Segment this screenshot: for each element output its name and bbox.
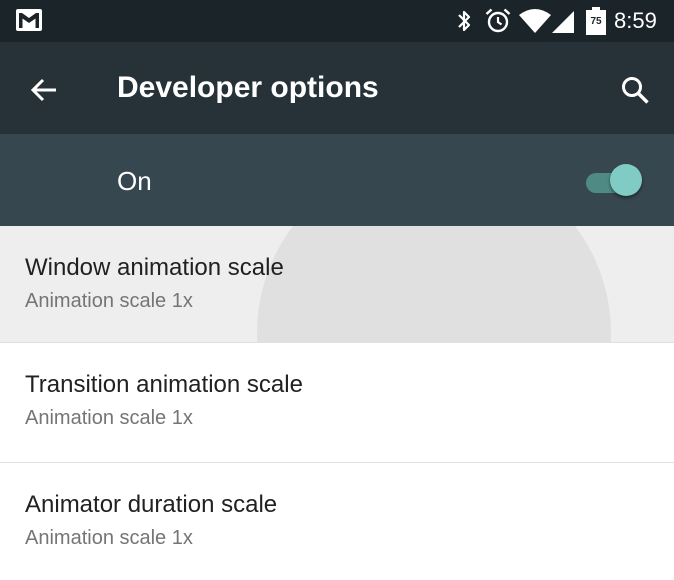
setting-title: Animator duration scale: [25, 491, 278, 518]
master-switch-label: On: [117, 166, 152, 196]
toolbar: Developer options: [0, 42, 674, 134]
setting-title: Transition animation scale: [25, 371, 303, 398]
master-switch-toggle[interactable]: [584, 161, 646, 199]
status-time: 8:59: [614, 8, 657, 33]
setting-animator-duration-scale[interactable]: Animator duration scale Animation scale …: [0, 463, 674, 580]
gmail-icon: [16, 9, 42, 31]
search-button[interactable]: [608, 64, 660, 116]
setting-summary: Animation scale 1x: [25, 527, 193, 549]
master-switch-bar[interactable]: On: [0, 134, 674, 226]
setting-summary: Animation scale 1x: [25, 290, 193, 312]
setting-title: Window animation scale: [25, 254, 284, 281]
setting-window-animation-scale[interactable]: Window animation scale Animation scale 1…: [0, 226, 674, 342]
page-title: Developer options: [117, 71, 379, 104]
back-button[interactable]: [18, 64, 70, 116]
settings-list: Window animation scale Animation scale 1…: [0, 226, 674, 580]
wifi-icon: [519, 9, 551, 33]
bluetooth-icon: [458, 10, 471, 32]
switch-thumb: [610, 164, 642, 196]
battery-level: 75: [590, 16, 602, 27]
arrow-back-icon: [30, 78, 56, 102]
setting-transition-animation-scale[interactable]: Transition animation scale Animation sca…: [0, 343, 674, 462]
alarm-icon: [485, 8, 511, 33]
status-bar: 75 8:59: [0, 0, 674, 42]
search-icon: [622, 77, 649, 104]
touch-ripple: [257, 226, 611, 342]
setting-summary: Animation scale 1x: [25, 407, 193, 429]
signal-icon: [552, 11, 574, 33]
battery-icon: 75: [586, 7, 606, 35]
